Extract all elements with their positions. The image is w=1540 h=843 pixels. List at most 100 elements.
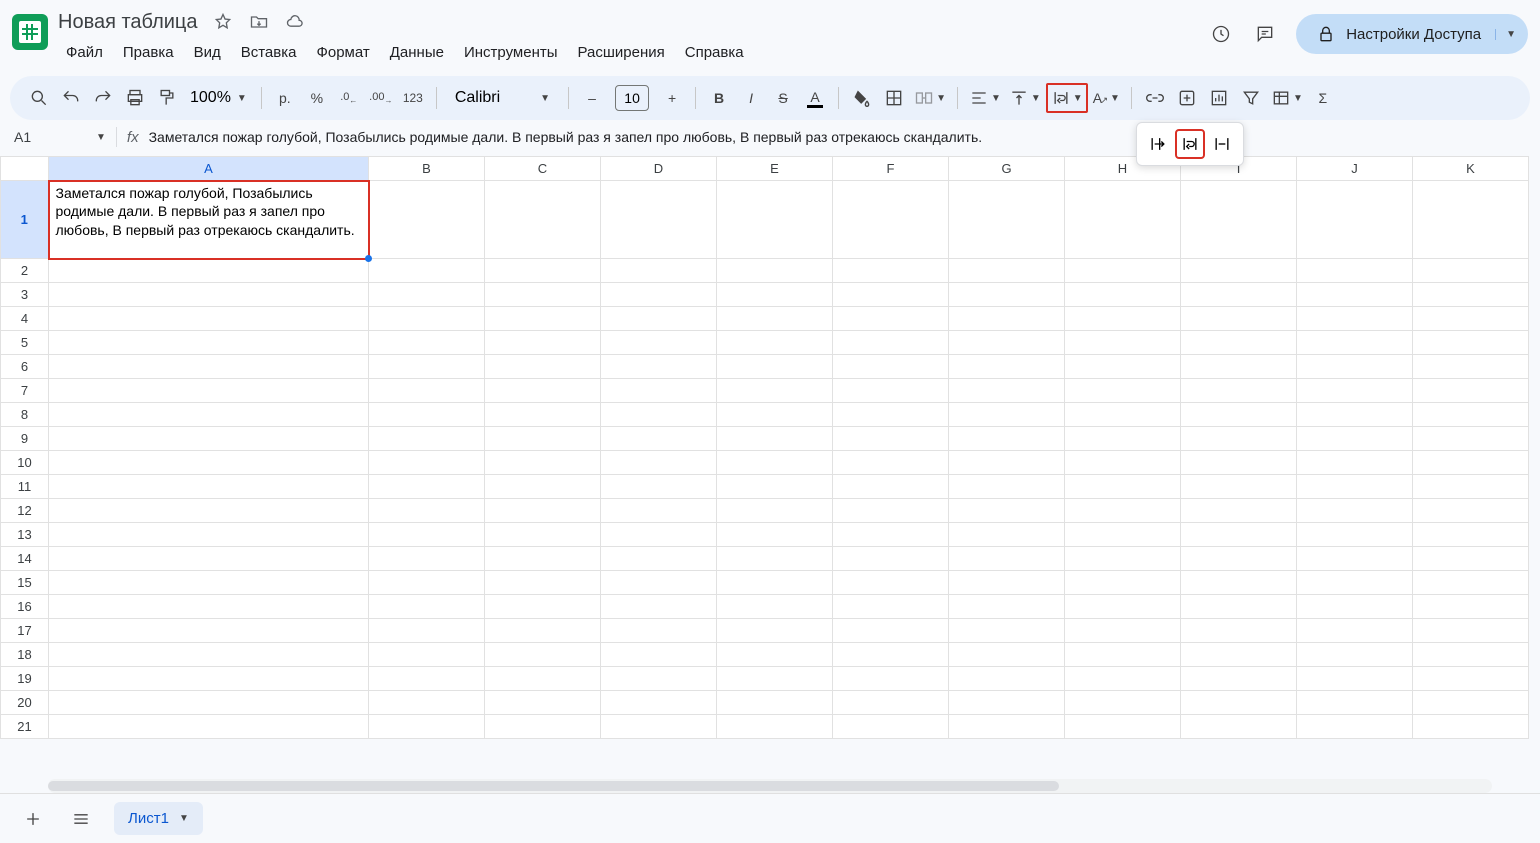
cell[interactable] — [1181, 475, 1297, 499]
sheets-logo[interactable] — [12, 14, 48, 50]
cell[interactable] — [49, 643, 369, 667]
menu-extensions[interactable]: Расширения — [570, 40, 673, 65]
star-icon[interactable] — [212, 11, 234, 33]
cell[interactable] — [717, 523, 833, 547]
cell[interactable] — [601, 499, 717, 523]
cell[interactable] — [369, 571, 485, 595]
cell[interactable] — [369, 643, 485, 667]
cell[interactable] — [833, 691, 949, 715]
cell[interactable] — [949, 571, 1065, 595]
cell[interactable] — [1413, 667, 1529, 691]
row-header[interactable]: 11 — [1, 475, 49, 499]
formula-bar[interactable]: Заметался пожар голубой, Позабылись роди… — [149, 129, 1530, 145]
cell[interactable] — [1181, 379, 1297, 403]
cell[interactable] — [485, 181, 601, 259]
cell[interactable] — [1065, 283, 1181, 307]
cell[interactable] — [1297, 283, 1413, 307]
cell[interactable] — [1297, 715, 1413, 739]
cell[interactable] — [717, 691, 833, 715]
cell[interactable] — [1297, 523, 1413, 547]
cell[interactable] — [1297, 331, 1413, 355]
menu-file[interactable]: Файл — [58, 40, 111, 65]
print-icon[interactable] — [120, 83, 150, 113]
cell[interactable] — [49, 571, 369, 595]
cell[interactable] — [49, 259, 369, 283]
cell[interactable] — [717, 619, 833, 643]
cell[interactable] — [369, 181, 485, 259]
cell[interactable] — [1181, 523, 1297, 547]
cell[interactable] — [369, 427, 485, 451]
wrap-clip-icon[interactable] — [1207, 129, 1237, 159]
row-header[interactable]: 19 — [1, 667, 49, 691]
cell[interactable] — [485, 403, 601, 427]
cell[interactable] — [833, 475, 949, 499]
borders-button[interactable] — [879, 83, 909, 113]
cell[interactable] — [369, 403, 485, 427]
cell[interactable] — [49, 523, 369, 547]
cell[interactable] — [1181, 715, 1297, 739]
cell[interactable] — [49, 331, 369, 355]
cell[interactable] — [369, 523, 485, 547]
zoom-select[interactable]: 100%▼ — [184, 89, 253, 107]
cell[interactable] — [601, 715, 717, 739]
cell[interactable] — [369, 595, 485, 619]
cell[interactable] — [485, 499, 601, 523]
cell[interactable] — [1413, 307, 1529, 331]
menu-edit[interactable]: Правка — [115, 40, 182, 65]
cell[interactable] — [833, 355, 949, 379]
cell[interactable] — [833, 499, 949, 523]
cell[interactable] — [49, 283, 369, 307]
cell[interactable] — [833, 643, 949, 667]
cell[interactable] — [485, 595, 601, 619]
cell[interactable] — [601, 595, 717, 619]
cell[interactable] — [949, 691, 1065, 715]
font-size-increase[interactable]: + — [657, 83, 687, 113]
row-header[interactable]: 1 — [1, 181, 49, 259]
cell[interactable] — [601, 307, 717, 331]
cell[interactable] — [1297, 475, 1413, 499]
text-wrap-button[interactable]: ▼ — [1046, 83, 1088, 113]
cell[interactable] — [949, 181, 1065, 259]
cell[interactable] — [369, 379, 485, 403]
cell[interactable] — [485, 259, 601, 283]
column-header[interactable]: F — [833, 157, 949, 181]
font-family-select[interactable]: Calibri▼ — [445, 89, 560, 107]
cell[interactable] — [949, 331, 1065, 355]
cell[interactable] — [1413, 379, 1529, 403]
menu-tools[interactable]: Инструменты — [456, 40, 566, 65]
row-header[interactable]: 4 — [1, 307, 49, 331]
row-header[interactable]: 8 — [1, 403, 49, 427]
cell[interactable] — [1413, 259, 1529, 283]
cell[interactable] — [49, 475, 369, 499]
cell[interactable] — [833, 181, 949, 259]
cell[interactable] — [485, 571, 601, 595]
font-size-input[interactable]: 10 — [615, 85, 649, 111]
grid[interactable]: ABCDEFGHIJK1Заметался пожар голубой, Поз… — [0, 156, 1540, 779]
text-rotation-button[interactable]: A↗▼ — [1090, 83, 1123, 113]
cell[interactable] — [833, 619, 949, 643]
cell[interactable] — [49, 451, 369, 475]
cell[interactable] — [833, 403, 949, 427]
row-header[interactable]: 18 — [1, 643, 49, 667]
cell[interactable] — [49, 499, 369, 523]
cell[interactable] — [1065, 691, 1181, 715]
cell[interactable] — [369, 499, 485, 523]
font-size-decrease[interactable]: – — [577, 83, 607, 113]
cell[interactable] — [485, 427, 601, 451]
cell[interactable] — [1413, 547, 1529, 571]
cell[interactable] — [1181, 499, 1297, 523]
italic-button[interactable]: I — [736, 83, 766, 113]
cell[interactable] — [1065, 547, 1181, 571]
cell[interactable] — [485, 379, 601, 403]
more-formats-button[interactable]: 123 — [398, 83, 428, 113]
cell[interactable] — [1181, 619, 1297, 643]
cell[interactable] — [1181, 691, 1297, 715]
cell[interactable] — [1065, 523, 1181, 547]
cell[interactable] — [601, 547, 717, 571]
cell[interactable] — [485, 691, 601, 715]
cell[interactable] — [49, 355, 369, 379]
cell[interactable] — [949, 595, 1065, 619]
cell[interactable] — [1065, 403, 1181, 427]
sheet-tab[interactable]: Лист1 ▼ — [114, 802, 203, 835]
cell[interactable] — [1297, 427, 1413, 451]
